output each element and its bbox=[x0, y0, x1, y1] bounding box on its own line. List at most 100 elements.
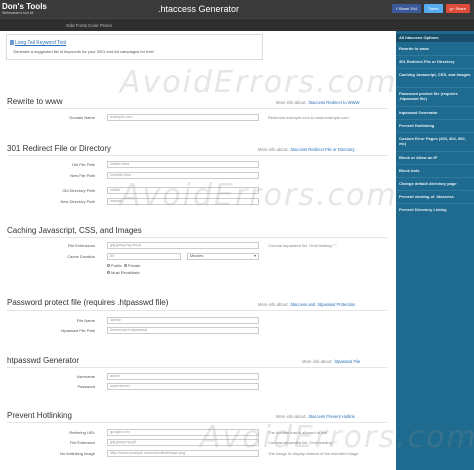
more-info-link-rewrite[interactable]: .htaccess Redirect to WWW bbox=[307, 100, 359, 105]
password-input[interactable]: supersecret bbox=[107, 383, 259, 390]
radio-private-label: Private bbox=[128, 263, 141, 268]
sidebar-divider bbox=[396, 164, 474, 165]
more-info-link-htpasswd[interactable]: .htpasswd File bbox=[333, 359, 360, 364]
radio-circle-icon bbox=[107, 264, 110, 268]
divider bbox=[7, 108, 387, 109]
more-info-hotlink: More info about: .htaccess Prevent Hotli… bbox=[276, 414, 355, 419]
nav-color-picker[interactable]: Color Picker bbox=[88, 21, 113, 30]
sidebar-item-block-ip[interactable]: Block or Allow an IP bbox=[396, 155, 474, 160]
logo-subtitle: Webmaster's tool kit bbox=[2, 11, 34, 15]
username-input[interactable]: admin bbox=[107, 373, 259, 380]
protect-file-input[interactable]: /admin bbox=[107, 317, 259, 324]
domain-hint: Redirects example.com to www.example.com bbox=[268, 115, 349, 120]
radio-public[interactable]: Public bbox=[107, 263, 122, 268]
facebook-share-button[interactable]: f Share 344 bbox=[392, 4, 421, 13]
radio-private[interactable]: Private bbox=[124, 263, 140, 268]
hotlink-image-hint: The image to display instead of the inte… bbox=[268, 451, 359, 456]
sidebar-item-all-options[interactable]: All htaccess Options bbox=[396, 34, 474, 42]
sidebar-divider bbox=[396, 190, 474, 191]
more-info-prefix: More info about: bbox=[258, 147, 289, 152]
sidebar-item-prevent-htaccess[interactable]: Prevent viewing of .htaccess bbox=[396, 194, 474, 199]
more-info-link-hotlink[interactable]: .htaccess Prevent Hotlink bbox=[307, 414, 354, 419]
label-old-file: Old File Path bbox=[71, 162, 95, 167]
section-title-hotlink: Prevent Hotlinking bbox=[7, 411, 72, 420]
page-title: .htaccess Generator bbox=[158, 4, 240, 14]
sidebar-item-htpasswd[interactable]: htpasswd Generator bbox=[396, 110, 474, 115]
old-dir-input[interactable]: /olddir bbox=[107, 187, 259, 194]
sidebar-divider bbox=[396, 177, 474, 178]
tweet-button[interactable]: Tweet bbox=[423, 4, 443, 13]
sidebar-item-password-protect[interactable]: Password protect file (requires .htpassw… bbox=[396, 91, 474, 101]
domain-input[interactable]: example.com bbox=[107, 114, 259, 121]
section-title-password: Password protect file (requires .htpassw… bbox=[7, 298, 169, 307]
google-plus-share-button[interactable]: g+ Share bbox=[445, 4, 470, 13]
sidebar-divider bbox=[396, 106, 474, 107]
sidebar-item-rewrite-www[interactable]: Rewrite to www bbox=[396, 46, 474, 51]
label-hotlink-extension: File Extension bbox=[69, 440, 95, 445]
divider bbox=[7, 310, 387, 311]
sidebar-item-hotlinking[interactable]: Prevent Hotlinking bbox=[396, 123, 474, 128]
sidebar-divider bbox=[396, 203, 474, 204]
more-info-prefix: More info about: bbox=[258, 302, 289, 307]
more-info-prefix: More info about: bbox=[276, 100, 307, 105]
radio-circle-icon bbox=[124, 264, 127, 268]
label-file-extensions: File Extensions bbox=[67, 243, 95, 248]
divider bbox=[7, 155, 387, 156]
more-info-password: More info about: .htaccess and .htpasswd… bbox=[258, 302, 355, 307]
radio-must-revalidate-label: Must Revalidate bbox=[111, 270, 140, 275]
more-info-rewrite: More info about: .htaccess Redirect to W… bbox=[276, 100, 360, 105]
cache-unit-value: Minutes bbox=[190, 254, 204, 258]
hotlink-image-input[interactable]: http://www.example.com/nohotlinkimage.pn… bbox=[107, 450, 259, 457]
cache-unit-select[interactable]: Minutes ▾ bbox=[187, 253, 259, 260]
more-info-prefix: More info about: bbox=[302, 359, 333, 364]
sidebar-divider bbox=[396, 68, 474, 69]
sidebar-item-error-pages[interactable]: Custom Error Pages (400, 404, 500, etc) bbox=[396, 136, 474, 146]
label-file-name: File Name bbox=[76, 318, 95, 323]
sidebar-item-default-page[interactable]: Change default directory page bbox=[396, 181, 474, 186]
promo-text: Generate a suggested list of keywords fo… bbox=[13, 49, 155, 54]
old-file-input[interactable]: /oldfile.html bbox=[107, 161, 259, 168]
divider bbox=[7, 237, 387, 238]
section-title-caching: Caching Javascript, CSS, and Images bbox=[7, 226, 142, 235]
cache-duration-input[interactable]: 60 bbox=[107, 253, 181, 260]
hotlink-extension-input[interactable]: jpg,jpeg,png,gif bbox=[107, 439, 259, 446]
cache-extensions-input[interactable]: jpg,jpeg,png,css,js bbox=[107, 242, 259, 249]
sidebar-item-directory-listing[interactable]: Prevent Directory Listing bbox=[396, 207, 474, 212]
nav-odd-fonts[interactable]: Odd Fonts bbox=[66, 21, 87, 30]
label-domain: Domain Name bbox=[69, 115, 95, 120]
promo-link[interactable]: Long Tail Keyword Tool bbox=[15, 40, 66, 46]
more-info-prefix: More info about: bbox=[276, 414, 307, 419]
logo-title: Don's Tools bbox=[2, 2, 47, 11]
new-file-input[interactable]: /newfile.html bbox=[107, 172, 259, 179]
sub-navigation: Odd Fonts Color Picker bbox=[0, 18, 474, 31]
sidebar-divider bbox=[396, 132, 474, 133]
label-new-dir: New Directory Path bbox=[60, 199, 95, 204]
radio-public-label: Public bbox=[111, 263, 122, 268]
main-content: Long Tail Keyword Tool Generate a sugges… bbox=[0, 31, 396, 470]
sidebar-divider bbox=[396, 151, 474, 152]
divider bbox=[7, 422, 387, 423]
bar-chart-icon bbox=[10, 40, 14, 45]
top-bar: Don's Tools Webmaster's tool kit .htacce… bbox=[0, 0, 474, 31]
sidebar-item-block-bots[interactable]: Block bots bbox=[396, 168, 474, 173]
more-info-link-password[interactable]: .htaccess and .htpasswd Protection bbox=[289, 302, 355, 307]
sidebar-item-301-redirect[interactable]: 301 Redirect File or Directory bbox=[396, 59, 474, 64]
radio-circle-icon bbox=[107, 271, 110, 275]
section-title-rewrite: Rewrite to www bbox=[7, 97, 63, 106]
label-old-dir: Old Directory Path bbox=[62, 188, 95, 193]
sidebar: All htaccess Options Rewrite to www 301 … bbox=[396, 31, 474, 470]
sidebar-divider bbox=[396, 55, 474, 56]
label-referring-url: Referring URL bbox=[69, 430, 95, 435]
more-info-redirect: More info about: .htaccess Redirect File… bbox=[258, 147, 355, 152]
referring-url-input[interactable]: google.com bbox=[107, 429, 259, 436]
new-dir-input[interactable]: /newdir bbox=[107, 198, 259, 205]
label-hotlink-image: No hotlinking image bbox=[59, 451, 95, 456]
radio-must-revalidate[interactable]: Must Revalidate bbox=[107, 270, 140, 275]
htpasswd-path-input[interactable]: /home/user/.htpasswd bbox=[107, 327, 259, 334]
cache-extensions-hint: Comma separated list. Omit leading "." bbox=[268, 243, 337, 248]
more-info-link-redirect[interactable]: .htaccess Redirect File or Directory bbox=[289, 147, 354, 152]
sidebar-item-caching[interactable]: Caching Javascript, CSS, and Images bbox=[396, 72, 474, 77]
more-info-htpasswd: More info about: .htpasswd File bbox=[302, 359, 360, 364]
sidebar-divider bbox=[396, 87, 474, 88]
label-username: Username bbox=[76, 374, 95, 379]
